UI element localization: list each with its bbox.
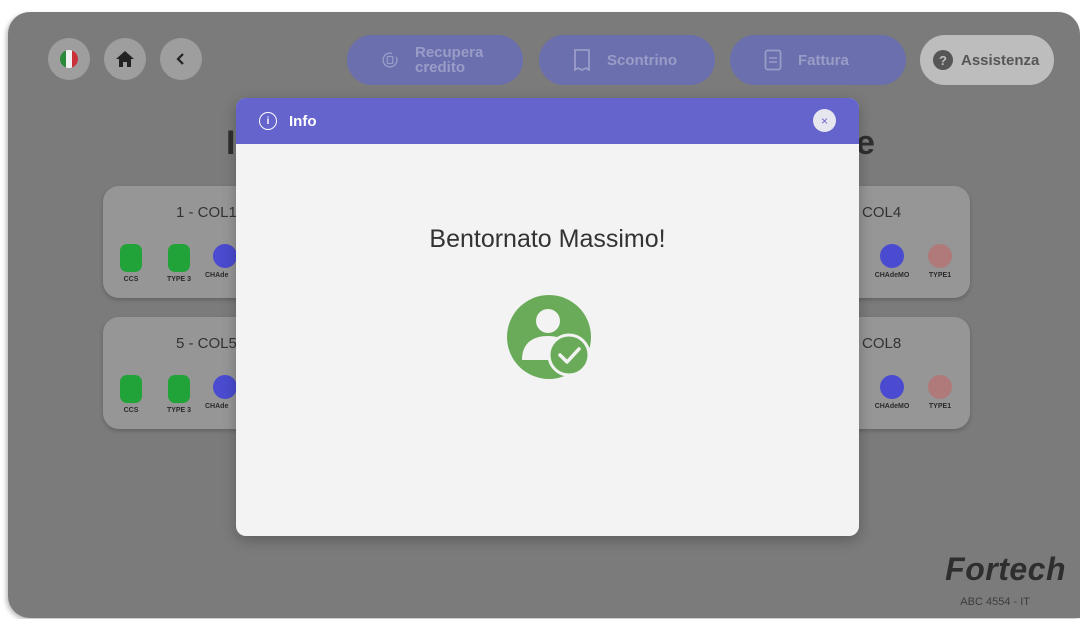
- refresh-receipt-icon: [381, 49, 399, 71]
- station-id: ABC 4554 - IT: [960, 596, 1030, 608]
- invoice-icon: [764, 49, 782, 71]
- ccs-plug-icon: [120, 244, 142, 272]
- chademo-plug-icon: [213, 244, 237, 268]
- home-button[interactable]: [104, 38, 146, 80]
- receipt-icon: [573, 49, 591, 71]
- dialog-title: Info: [289, 112, 317, 130]
- fattura-label: Fattura: [798, 51, 849, 69]
- recupera-label-line1: Recupera: [415, 44, 484, 61]
- recupera-label-line2: credito: [415, 59, 466, 76]
- chademo-plug-icon: [880, 375, 904, 399]
- user-check-icon: [507, 295, 591, 379]
- close-button[interactable]: ×: [813, 109, 836, 132]
- connector-type1: TYPE1: [920, 244, 960, 279]
- card-title: COL4: [862, 204, 902, 221]
- card-title: COL8: [862, 335, 902, 352]
- dialog-header: i Info ×: [236, 98, 859, 144]
- language-button[interactable]: [48, 38, 90, 80]
- scontrino-button[interactable]: Scontrino: [539, 35, 715, 85]
- info-dialog: i Info × Bentornato Massimo!: [236, 98, 859, 536]
- ccs-plug-icon: [120, 375, 142, 403]
- fattura-button[interactable]: Fattura: [730, 35, 906, 85]
- chademo-plug-icon: [213, 375, 237, 399]
- italy-flag-icon: [60, 50, 78, 68]
- connector-chademo: CHAdeMO: [870, 244, 914, 279]
- chevron-left-icon: [176, 53, 184, 65]
- connector-type1: TYPE1: [920, 375, 960, 410]
- connector-ccs: CCS: [111, 244, 151, 283]
- scontrino-label: Scontrino: [607, 51, 677, 69]
- recupera-credito-button[interactable]: Recupera credito: [347, 35, 523, 85]
- heading-fragment-left: I: [226, 124, 236, 162]
- help-icon: ?: [933, 50, 953, 70]
- info-icon: i: [259, 112, 277, 130]
- card-title: 5 - COL5: [176, 335, 237, 352]
- type3-plug-icon: [168, 375, 190, 403]
- connector-type3: TYPE 3: [159, 244, 199, 283]
- assistenza-label: Assistenza: [961, 51, 1040, 69]
- type1-plug-icon: [928, 375, 952, 399]
- home-icon: [116, 51, 134, 67]
- card-title: 1 - COL1: [176, 204, 237, 221]
- connector-chademo: CHAdeMO: [870, 375, 914, 410]
- connector-type3: TYPE 3: [159, 375, 199, 414]
- assistenza-button[interactable]: ? Assistenza: [920, 35, 1054, 85]
- brand-logo: Fortech: [945, 551, 1066, 587]
- back-button[interactable]: [160, 38, 202, 80]
- type1-plug-icon: [928, 244, 952, 268]
- connector-ccs: CCS: [111, 375, 151, 414]
- type3-plug-icon: [168, 244, 190, 272]
- chademo-plug-icon: [880, 244, 904, 268]
- welcome-message: Bentornato Massimo!: [429, 225, 666, 253]
